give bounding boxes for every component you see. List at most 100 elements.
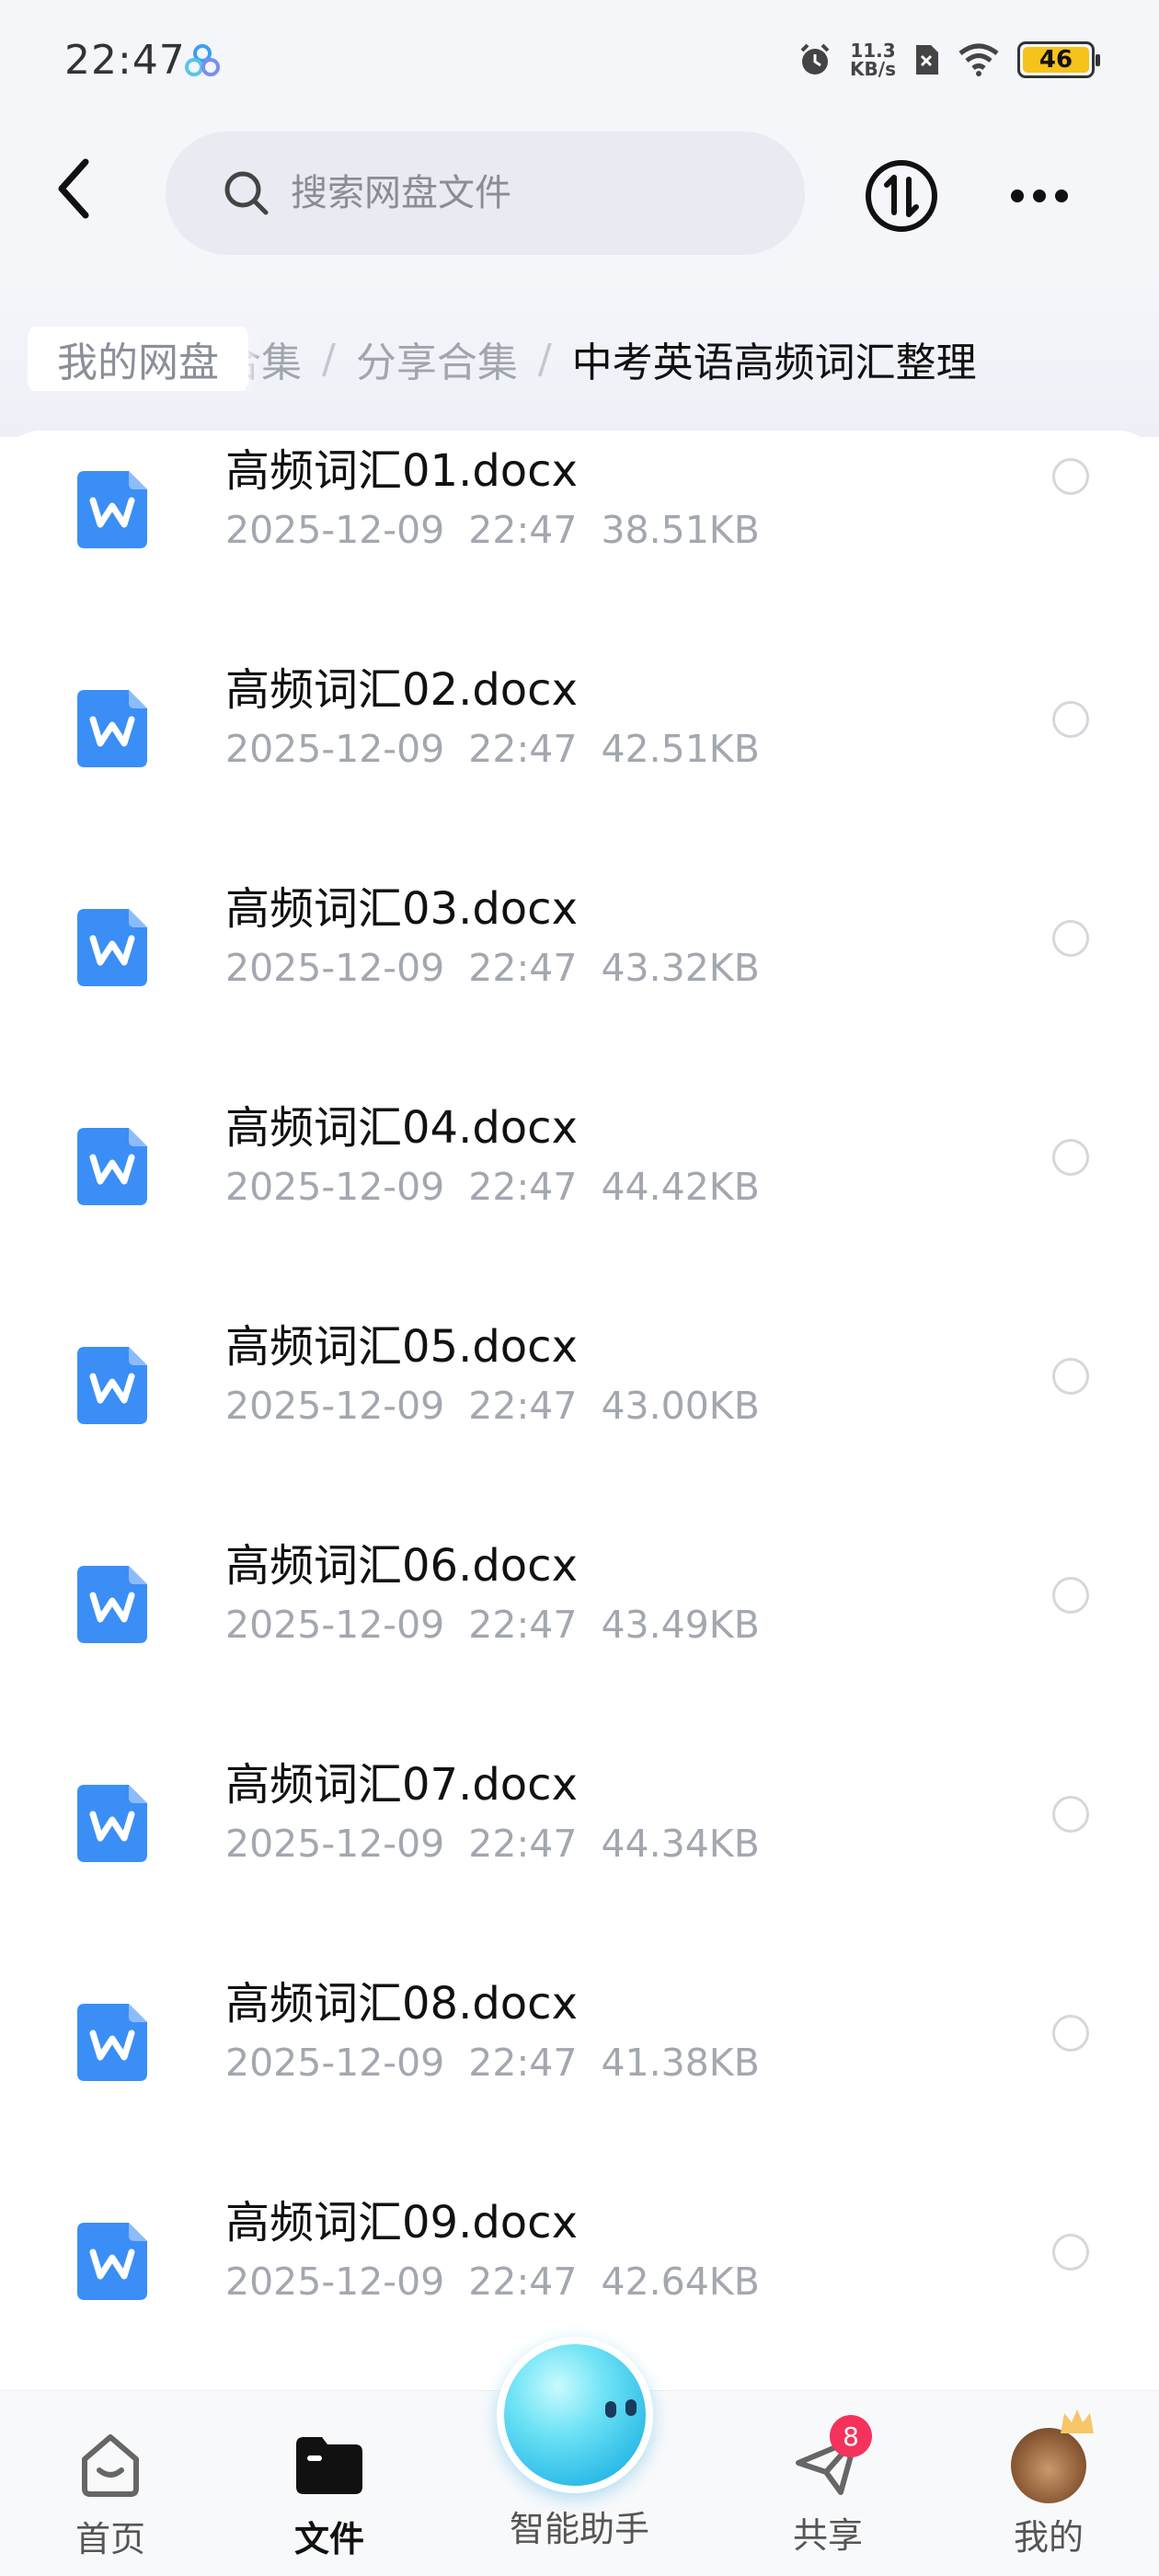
network-speed: 11.3 KB/s	[850, 40, 896, 80]
breadcrumb-home[interactable]: 我的网盘	[28, 327, 248, 391]
file-time: 22:47	[468, 1384, 578, 1428]
search-input[interactable]	[291, 172, 769, 214]
file-size: 42.64KB	[601, 2260, 760, 2304]
more-options-button[interactable]	[998, 159, 1081, 233]
file-meta: 2025-12-09 22:47 43.49KB	[225, 1603, 760, 1647]
nav-home[interactable]: 首页	[37, 2428, 184, 2561]
file-date: 2025-12-09	[225, 1603, 445, 1647]
file-date: 2025-12-09	[225, 508, 445, 552]
file-name: 高频词汇02.docx	[225, 664, 578, 716]
assistant-button[interactable]	[497, 2337, 653, 2493]
nav-assistant-label: 智能助手	[509, 2509, 649, 2549]
file-name: 高频词汇04.docx	[225, 1102, 578, 1154]
word-doc-icon	[77, 2004, 147, 2081]
file-meta: 2025-12-09 22:47 44.34KB	[225, 1822, 760, 1866]
breadcrumb-bar: 我的网盘 料合集 / 分享合集 / 中考英语高频词汇整理	[0, 271, 1159, 437]
nav-files[interactable]: 文件	[256, 2428, 403, 2561]
file-date: 2025-12-09	[225, 1822, 445, 1866]
file-size: 42.51KB	[601, 727, 760, 771]
file-row[interactable]: 高频词汇01.docx 2025-12-09 22:47 38.51KB	[0, 431, 1159, 638]
select-checkbox[interactable]	[1052, 1577, 1089, 1614]
share-badge: 8	[830, 2415, 872, 2457]
word-doc-icon	[77, 471, 147, 548]
transfer-icon[interactable]	[865, 159, 938, 233]
file-size: 38.51KB	[601, 508, 760, 552]
share-icon-wrap: 8	[791, 2415, 872, 2501]
select-checkbox[interactable]	[1052, 458, 1089, 495]
select-checkbox[interactable]	[1052, 2234, 1089, 2271]
file-row[interactable]: 高频词汇05.docx 2025-12-09 22:47 43.00KB	[0, 1295, 1159, 1514]
file-meta: 2025-12-09 22:47 43.32KB	[225, 946, 760, 990]
nav-mine[interactable]: 我的	[975, 2409, 1122, 2559]
file-date: 2025-12-09	[225, 1165, 445, 1209]
battery-level: 46	[1023, 46, 1089, 74]
breadcrumb-item[interactable]: 分享合集	[356, 329, 518, 388]
alarm-icon	[800, 43, 830, 75]
file-row[interactable]: 高频词汇07.docx 2025-12-09 22:47 44.34KB	[0, 1733, 1159, 1952]
select-checkbox[interactable]	[1052, 701, 1089, 738]
orb-eye-icon	[625, 2399, 637, 2416]
file-date: 2025-12-09	[225, 2041, 445, 2085]
file-size: 43.00KB	[601, 1384, 760, 1428]
file-size: 44.34KB	[601, 1822, 760, 1866]
search-bar[interactable]	[166, 132, 805, 255]
select-checkbox[interactable]	[1052, 1796, 1089, 1833]
file-size: 41.38KB	[601, 2041, 760, 2085]
nav-share[interactable]: 8 共享	[754, 2415, 901, 2558]
word-doc-icon	[77, 690, 147, 767]
status-time: 22:47	[64, 37, 186, 84]
word-doc-icon	[77, 1347, 147, 1424]
file-row[interactable]: 高频词汇06.docx 2025-12-09 22:47 43.49KB	[0, 1514, 1159, 1733]
home-icon	[82, 2434, 139, 2497]
file-time: 22:47	[468, 1603, 578, 1647]
word-doc-icon	[77, 2223, 147, 2300]
file-meta: 2025-12-09 22:47 41.38KB	[225, 2041, 760, 2085]
select-checkbox[interactable]	[1052, 1358, 1089, 1395]
file-name: 高频词汇03.docx	[225, 883, 578, 935]
breadcrumb: 我的网盘 料合集 / 分享合集 / 中考英语高频词汇整理	[28, 327, 1159, 391]
file-row[interactable]: 高频词汇04.docx 2025-12-09 22:47 44.42KB	[0, 1076, 1159, 1295]
crown-icon	[1061, 2409, 1094, 2433]
file-date: 2025-12-09	[225, 946, 445, 990]
nav-mine-label: 我的	[1013, 2517, 1084, 2558]
file-name: 高频词汇09.docx	[225, 2197, 578, 2248]
back-button[interactable]	[37, 152, 110, 225]
file-meta: 2025-12-09 22:47 42.51KB	[225, 727, 760, 771]
select-checkbox[interactable]	[1052, 920, 1089, 957]
file-time: 22:47	[468, 1822, 578, 1866]
file-time: 22:47	[468, 1165, 578, 1209]
avatar	[1011, 2409, 1094, 2503]
select-checkbox[interactable]	[1052, 2015, 1089, 2052]
nav-files-label: 文件	[293, 2519, 364, 2559]
file-time: 22:47	[468, 727, 578, 771]
file-list: 高频词汇01.docx 2025-12-09 22:47 38.51KB 高频词汇0…	[0, 431, 1159, 2381]
breadcrumb-current: 中考英语高频词汇整理	[571, 339, 977, 386]
word-doc-icon	[77, 909, 147, 986]
select-checkbox[interactable]	[1052, 1139, 1089, 1176]
file-time: 22:47	[468, 946, 578, 990]
file-date: 2025-12-09	[225, 2260, 445, 2304]
chevron-left-icon	[58, 158, 89, 219]
battery-icon: 46	[1017, 41, 1100, 78]
file-time: 22:47	[468, 508, 578, 552]
file-row[interactable]: 高频词汇03.docx 2025-12-09 22:47 43.32KB	[0, 857, 1159, 1076]
breadcrumb-separator: /	[322, 335, 336, 383]
breadcrumb-separator: /	[537, 335, 552, 383]
file-meta: 2025-12-09 22:47 43.00KB	[225, 1384, 760, 1428]
file-row[interactable]: 高频词汇02.docx 2025-12-09 22:47 42.51KB	[0, 638, 1159, 857]
nav-home-label: 首页	[75, 2519, 145, 2559]
folder-icon	[296, 2437, 362, 2494]
file-name: 高频词汇01.docx	[225, 445, 578, 497]
file-name: 高频词汇07.docx	[225, 1759, 578, 1811]
top-bar	[0, 124, 1159, 271]
more-dot-icon	[1033, 190, 1046, 202]
status-indicators: 11.3 KB/s 46	[797, 37, 1100, 83]
app-notification-icon	[185, 44, 220, 76]
status-bar: 22:47 11.3 KB/s 46	[0, 0, 1159, 124]
search-icon	[224, 171, 269, 215]
file-size: 43.49KB	[601, 1603, 760, 1647]
file-time: 22:47	[468, 2041, 578, 2085]
file-meta: 2025-12-09 22:47 44.42KB	[225, 1165, 760, 1209]
more-dot-icon	[1011, 190, 1024, 202]
file-row[interactable]: 高频词汇08.docx 2025-12-09 22:47 41.38KB	[0, 1952, 1159, 2171]
